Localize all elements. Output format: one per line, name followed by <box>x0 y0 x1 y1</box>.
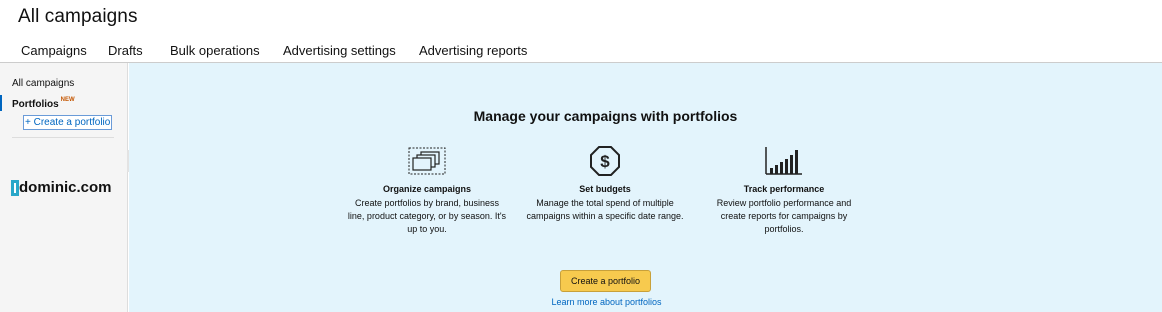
feature-organize: Organize campaigns Create portfolios by … <box>347 146 507 236</box>
create-portfolio-button[interactable]: Create a portfolio <box>560 270 651 292</box>
sidebar-item-portfolios-label: Portfolios <box>12 99 59 110</box>
create-portfolio-link[interactable]: + Create a portfolio <box>23 115 113 130</box>
feature-performance-desc: Review portfolio performance and create … <box>716 198 852 234</box>
page-title: All campaigns <box>18 6 138 27</box>
watermark-logo: dominic.com <box>11 179 112 196</box>
new-badge: NEW <box>60 97 75 103</box>
logo-text: dominic.com <box>19 179 112 196</box>
main-panel: Manage your campaigns with portfolios Or… <box>129 63 1162 312</box>
svg-text:$: $ <box>600 152 610 171</box>
sidebar-item-all-campaigns[interactable]: All campaigns <box>12 78 74 89</box>
dollar-octagon-icon: $ <box>525 146 685 176</box>
bar-chart-icon <box>704 146 864 176</box>
tab-drafts[interactable]: Drafts <box>108 43 143 58</box>
sidebar-active-indicator <box>0 95 2 111</box>
sidebar: All campaigns Portfolios NEW + Create a p… <box>0 63 128 312</box>
feature-performance-title: Track performance <box>743 184 825 194</box>
sidebar-item-portfolios[interactable]: Portfolios NEW <box>12 97 75 110</box>
tab-campaigns[interactable]: Campaigns <box>21 43 87 58</box>
feature-budgets: $ Set budgets Manage the total spend of … <box>525 146 685 223</box>
tab-bar: Campaigns Drafts Bulk operations Adverti… <box>0 40 1162 62</box>
headline: Manage your campaigns with portfolios <box>473 108 738 124</box>
tab-advertising-settings[interactable]: Advertising settings <box>283 43 396 58</box>
tab-bulk-operations[interactable]: Bulk operations <box>170 43 260 58</box>
feature-organize-desc: Create portfolios by brand, business lin… <box>347 198 507 234</box>
feature-budgets-title: Set budgets <box>579 184 631 194</box>
tab-advertising-reports[interactable]: Advertising reports <box>419 43 527 58</box>
logo-mark-icon <box>11 179 19 196</box>
feature-budgets-desc: Manage the total spend of multiple campa… <box>526 198 684 221</box>
learn-more-link[interactable]: Learn more about portfolios <box>129 297 1084 307</box>
stacked-cards-icon <box>347 146 507 176</box>
feature-performance: Track performance Review portfolio perfo… <box>704 146 864 236</box>
feature-organize-title: Organize campaigns <box>382 184 472 194</box>
sidebar-divider <box>12 137 114 138</box>
